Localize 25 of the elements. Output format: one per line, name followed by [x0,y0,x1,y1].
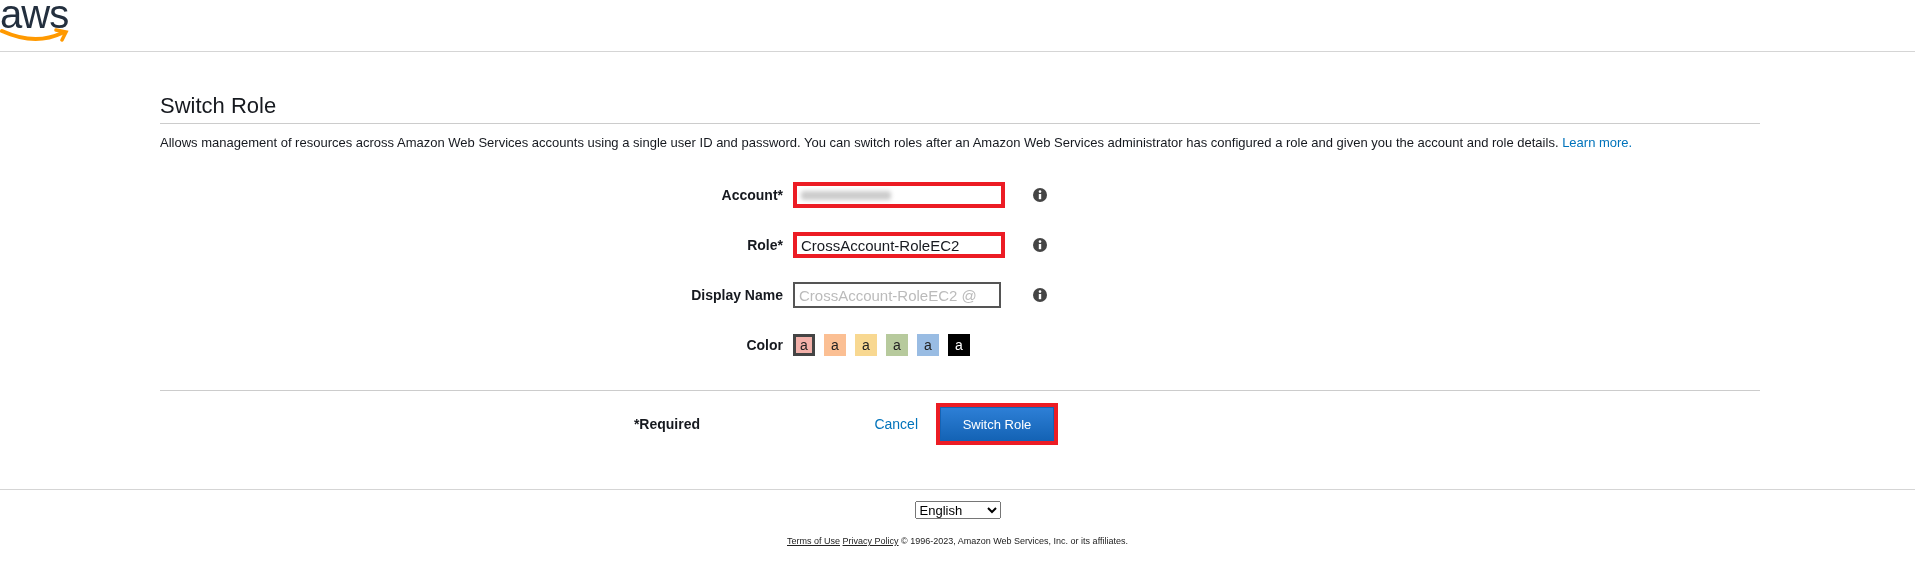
footer-text: Terms of Use Privacy Policy © 1996-2023, Amazon Web Services, Inc. or its affiliates. [787,536,1128,546]
footer-link[interactable]: Terms of Use [787,536,840,546]
field-label: Display Name [690,287,784,303]
field-label: Color [745,337,784,353]
language-select[interactable]: English [914,501,1001,519]
color-swatch[interactable]: a [948,334,970,356]
color-swatch[interactable]: a [824,334,846,356]
input-field[interactable] [793,182,1005,208]
color-swatch[interactable]: a [793,334,815,356]
info-icon[interactable] [1033,238,1047,252]
learn-more-link[interactable]: Learn more. [1562,135,1633,150]
field-label: Account* [720,187,784,203]
logo[interactable]: aws [0,0,70,42]
color-swatch[interactable]: a [886,334,908,356]
field-label: Role* [746,237,784,253]
info-icon[interactable] [1033,188,1047,202]
input-field[interactable]: CrossAccount-RoleEC2 [793,232,1005,258]
color-swatch[interactable]: a [917,334,939,356]
required-note: *Required [632,416,700,432]
description: Allows management of resources across Amazon Web Services accounts using a single user ID and password. You can switch roles after an Amazon Web Services administrator has configured a role and given you the account and role details. Learn more. [160,135,1634,150]
footer-link[interactable]: Privacy Policy [842,536,899,546]
color-swatch[interactable]: a [855,334,877,356]
page-title: Switch Role [160,93,1760,124]
cancel-link[interactable]: Cancel [700,416,940,432]
info-icon[interactable] [1033,288,1047,302]
